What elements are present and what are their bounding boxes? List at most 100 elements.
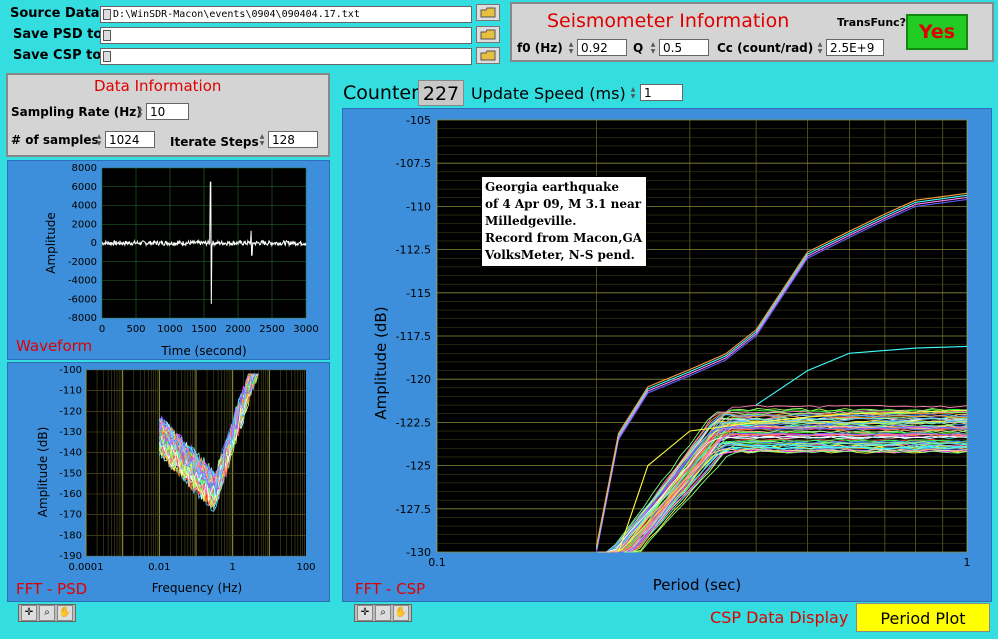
data-info-title: Data Information — [94, 77, 222, 95]
transfunc-label: TransFunc? — [837, 16, 907, 29]
y-tick-label: 0 — [91, 238, 97, 249]
y-tick-label: -130 — [406, 546, 431, 559]
y-tick-label: -127.5 — [396, 503, 431, 516]
x-tick-label: 1500 — [191, 324, 216, 335]
y-tick-label: -125 — [406, 460, 431, 473]
waveform-ylabel: Amplitude — [44, 212, 58, 274]
path-icon — [103, 29, 111, 41]
f0-label: f0 (Hz) — [517, 41, 563, 55]
zoom-icon[interactable]: ⌕ — [39, 605, 55, 621]
update-speed-input[interactable]: 1 — [640, 84, 683, 101]
period-plot-selector[interactable]: Period Plot — [856, 603, 990, 632]
path-icon — [103, 50, 111, 62]
seismometer-title: Seismometer Information — [547, 10, 790, 32]
psd-browse-button[interactable] — [476, 26, 500, 43]
crosshair-icon[interactable]: ✛ — [21, 605, 37, 621]
x-tick-label: 0.01 — [148, 562, 170, 573]
y-tick-label: 6000 — [72, 182, 97, 193]
y-tick-label: -140 — [59, 448, 82, 459]
csp-xlabel: Period (sec) — [653, 576, 742, 594]
iterate-steps-input[interactable]: 128 — [268, 131, 318, 148]
save-psd-field[interactable] — [100, 27, 472, 44]
x-tick-label: 2500 — [259, 324, 284, 335]
x-tick-label: 0 — [99, 324, 105, 335]
f0-spinner[interactable]: ▲ ▼ — [566, 39, 576, 56]
waveform-label: Waveform — [16, 337, 93, 355]
sampling-rate-spinner[interactable]: ▲ ▼ — [135, 103, 145, 120]
y-tick-label: -122.5 — [396, 416, 431, 429]
update-speed-label: Update Speed (ms) — [471, 84, 626, 103]
csp-graph-tools: ✛ ⌕ ✋ — [354, 604, 412, 622]
y-tick-label: -120 — [59, 406, 82, 417]
y-tick-label: 4000 — [72, 201, 97, 212]
y-tick-label: -8000 — [68, 313, 97, 324]
y-tick-label: 8000 — [72, 163, 97, 174]
y-tick-label: -117.5 — [396, 330, 431, 343]
sampling-rate-input[interactable]: 10 — [146, 103, 189, 120]
hand-icon[interactable]: ✋ — [57, 605, 73, 621]
seismometer-panel: Seismometer Information TransFunc? Yes f… — [510, 2, 994, 62]
folder-icon — [480, 50, 496, 61]
update-speed-spinner[interactable]: ▲ ▼ — [628, 84, 638, 101]
y-tick-label: 2000 — [72, 219, 97, 230]
x-tick-label: 2000 — [225, 324, 250, 335]
psd-chart: -100 -110 -120 -130 -140 -150 -160 -170 -180 -190… — [36, 365, 316, 595]
y-tick-label: -6000 — [68, 294, 97, 305]
source-data-label: Source Data — [10, 6, 100, 21]
y-tick-label: -160 — [59, 489, 82, 500]
csp-display-label: CSP Data Display — [710, 608, 849, 627]
csp-annotation: Georgia earthquake of 4 Apr 09, M 3.1 ne… — [481, 176, 647, 267]
path-icon — [103, 8, 111, 20]
f0-input[interactable]: 0.92 — [577, 39, 627, 56]
psd-graph-tools: ✛ ⌕ ✋ — [18, 604, 76, 622]
csp-label: FFT - CSP — [355, 580, 426, 598]
save-csp-label: Save CSP to — [13, 48, 102, 63]
x-tick-label: 3000 — [293, 324, 318, 335]
source-browse-button[interactable] — [476, 4, 500, 21]
folder-icon — [480, 7, 496, 18]
y-tick-label: -115 — [406, 287, 431, 300]
waveform-xlabel: Time (second) — [160, 344, 246, 358]
csp-ylabel: Amplitude (dB) — [372, 306, 390, 419]
crosshair-icon[interactable]: ✛ — [357, 605, 373, 621]
save-csp-field[interactable] — [100, 48, 472, 65]
cc-input[interactable]: 2.5E+9 — [826, 39, 884, 56]
y-tick-label: -105 — [406, 114, 431, 127]
sampling-rate-label: Sampling Rate (Hz) — [11, 105, 142, 119]
transfunc-yes-button[interactable]: Yes — [906, 14, 968, 50]
csp-browse-button[interactable] — [476, 47, 500, 64]
y-tick-label: -150 — [59, 468, 82, 479]
samples-label: # of samples — [11, 133, 99, 147]
cc-spinner[interactable]: ▲ ▼ — [815, 39, 825, 56]
csp-chart: -105 -107.5 -110 -112.5 -115 -117.5 -120 -122.5… — [372, 114, 971, 594]
iterate-steps-spinner[interactable]: ▲ ▼ — [257, 131, 267, 148]
waveform-chart: 80006000400020000-2000-4000-6000-80000 50… — [44, 163, 319, 358]
folder-icon — [480, 29, 496, 40]
x-tick-label: 0.0001 — [69, 562, 104, 573]
iterate-steps-label: Iterate Steps — [170, 135, 259, 149]
samples-input[interactable]: 1024 — [105, 131, 155, 148]
q-input[interactable]: 0.5 — [659, 39, 709, 56]
counter-label: Counter — [343, 82, 419, 104]
x-tick-label: 1 — [229, 562, 235, 573]
cc-label: Cc (count/rad) — [717, 41, 814, 55]
samples-spinner[interactable]: ▲ ▼ — [94, 131, 104, 148]
hand-icon[interactable]: ✋ — [393, 605, 409, 621]
y-tick-label: -180 — [59, 530, 82, 541]
y-tick-label: -110 — [406, 200, 431, 213]
y-tick-label: -100 — [59, 365, 82, 376]
q-label: Q — [633, 41, 644, 55]
y-tick-label: -120 — [406, 373, 431, 386]
save-psd-label: Save PSD to — [13, 27, 103, 42]
y-tick-label: -2000 — [68, 257, 97, 268]
y-tick-label: -130 — [59, 427, 82, 438]
psd-label: FFT - PSD — [16, 580, 88, 598]
y-tick-label: -112.5 — [396, 244, 431, 257]
counter-value: 227 — [418, 80, 464, 106]
y-tick-label: -107.5 — [396, 157, 431, 170]
psd-xlabel: Frequency (Hz) — [152, 581, 243, 595]
q-spinner[interactable]: ▲ ▼ — [648, 39, 658, 56]
data-info-panel: Data Information Sampling Rate (Hz) ▲ ▼ 1… — [6, 73, 330, 157]
source-data-field[interactable]: D:\WinSDR-Macon\events\0904\090404.17.tx… — [100, 6, 472, 23]
zoom-icon[interactable]: ⌕ — [375, 605, 391, 621]
